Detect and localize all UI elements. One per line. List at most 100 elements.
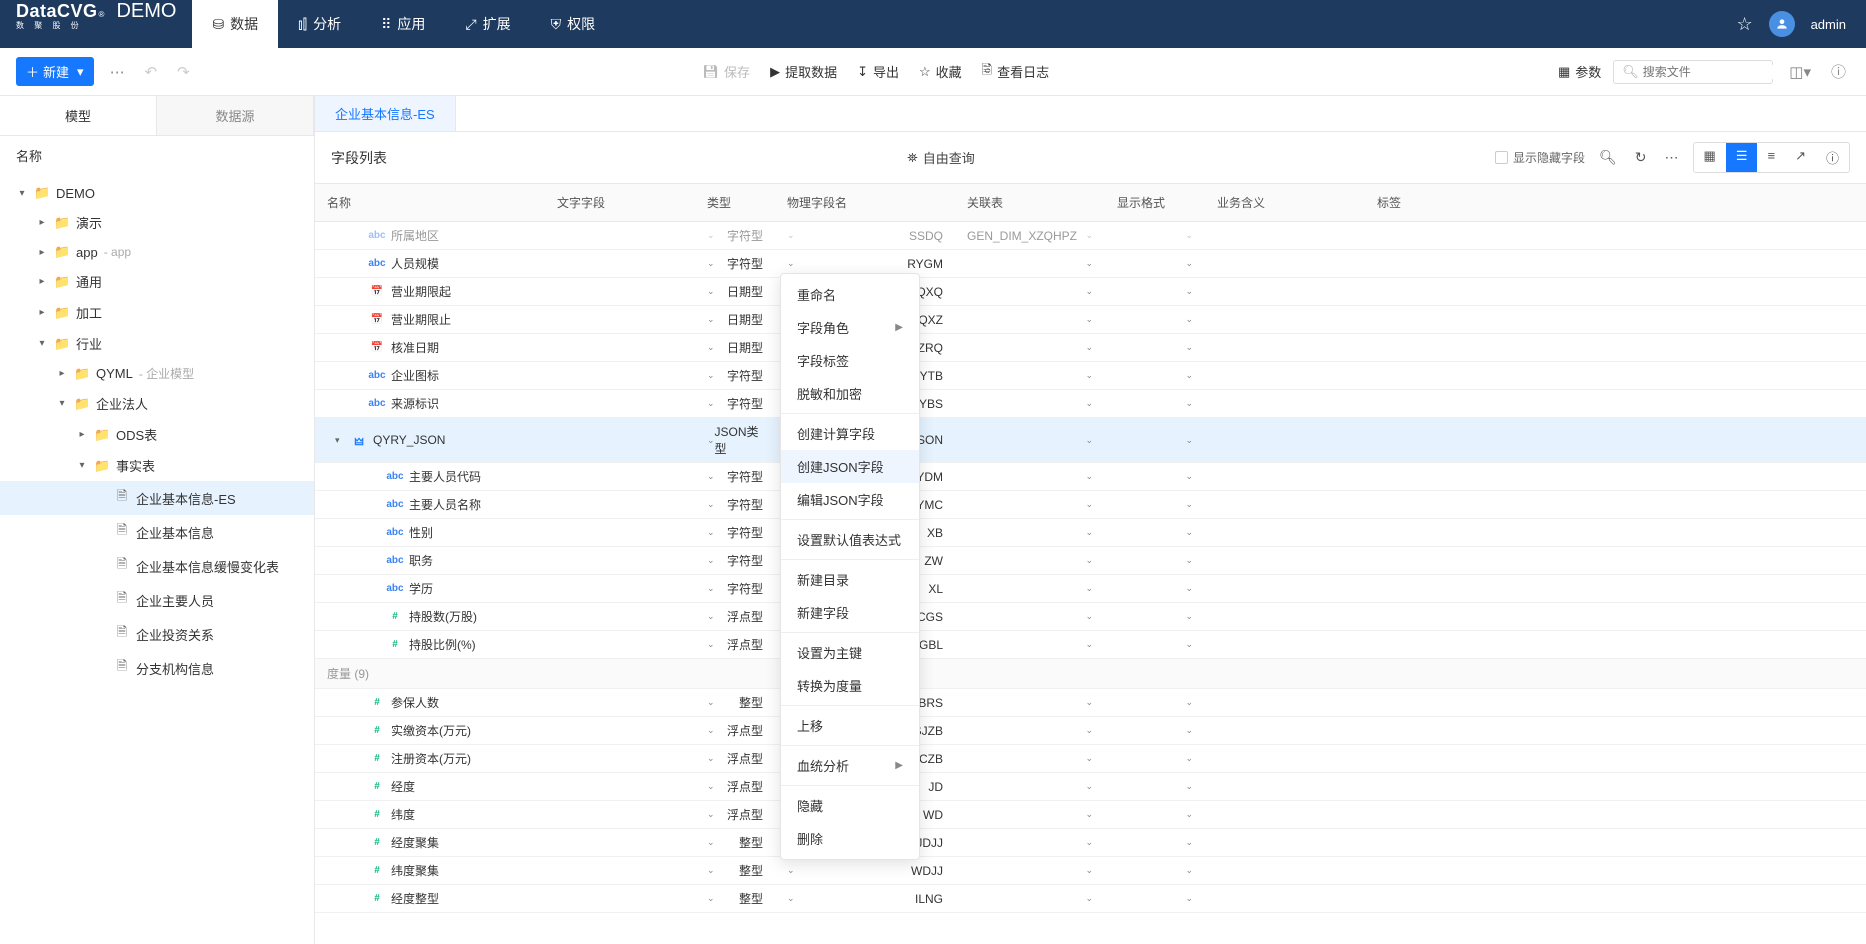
context-menu-item[interactable]: 转换为度量 <box>781 669 919 702</box>
tree-folder[interactable]: ▾📁行业 <box>0 328 314 359</box>
redo-icon[interactable]: ↷ <box>173 59 194 85</box>
show-hidden-checkbox[interactable]: 显示隐藏字段 <box>1495 149 1585 166</box>
chevron-down-icon[interactable]: ⌄ <box>707 398 715 409</box>
row-chevron-icon[interactable]: ▾ <box>335 435 345 446</box>
table-row[interactable]: abc学历 ⌄字符型 ⌄XL ⌄ ⌄ <box>315 575 1866 603</box>
chevron-down-icon[interactable]: ⌄ <box>1085 435 1093 446</box>
nav-chart[interactable]: ⫾⫿分析 <box>278 0 361 48</box>
avatar[interactable] <box>1769 11 1795 37</box>
more-icon[interactable]: ⋯ <box>106 59 129 85</box>
chevron-down-icon[interactable]: ⌄ <box>1185 781 1193 792</box>
chevron-down-icon[interactable]: ⌄ <box>707 781 715 792</box>
chevron-down-icon[interactable]: ⌄ <box>1185 471 1193 482</box>
chevron-down-icon[interactable]: ⌄ <box>1085 499 1093 510</box>
chevron-down-icon[interactable]: ⌄ <box>1185 435 1193 446</box>
context-menu-item[interactable]: 上移 <box>781 709 919 742</box>
nav-shield[interactable]: ⛨权限 <box>531 0 616 48</box>
table-row[interactable]: #纬度聚集 ⌄整型 ⌄WDJJ ⌄ ⌄ <box>315 857 1866 885</box>
context-menu-item[interactable]: 新建字段 <box>781 596 919 629</box>
column-header[interactable]: 标签 <box>1365 184 1866 222</box>
table-row[interactable]: #参保人数 ⌄整型 ⌄CBRS ⌄ ⌄ <box>315 689 1866 717</box>
context-menu-item[interactable]: 重命名 <box>781 278 919 311</box>
context-menu-item[interactable]: 编辑JSON字段 <box>781 483 919 516</box>
table-row[interactable]: #纬度 ⌄浮点型 ⌄WD ⌄ ⌄ <box>315 801 1866 829</box>
table-row[interactable]: #经度聚集 ⌄整型 ⌄JDJJ ⌄ ⌄ <box>315 829 1866 857</box>
username[interactable]: admin <box>1811 17 1846 32</box>
chevron-down-icon[interactable]: ⌄ <box>787 865 795 876</box>
layout-icon[interactable]: ◫▾ <box>1785 59 1815 85</box>
tree-file[interactable]: 🗎企业主要人员 <box>0 583 314 617</box>
toolbar-export-button[interactable]: ↧导出 <box>857 61 899 83</box>
toolbar-play-button[interactable]: ▶提取数据 <box>770 61 837 83</box>
tree-folder[interactable]: ▸📁QYML - 企业模型 <box>0 359 314 388</box>
tree-folder[interactable]: ▾📁事实表 <box>0 450 314 481</box>
column-header[interactable]: 关联表 <box>955 184 1105 222</box>
chevron-down-icon[interactable]: ⌄ <box>1185 697 1193 708</box>
chevron-down-icon[interactable]: ⌄ <box>707 527 715 538</box>
table-row[interactable]: 📅营业期限起 ⌄日期型 ⌄YYQXQ ⌄ ⌄ <box>315 278 1866 306</box>
search-input[interactable] <box>1643 65 1798 79</box>
chevron-down-icon[interactable]: ⌄ <box>1085 286 1093 297</box>
chevron-down-icon[interactable]: ⌄ <box>1085 527 1093 538</box>
chevron-down-icon[interactable]: ⌄ <box>707 809 715 820</box>
favorite-icon[interactable]: ☆ <box>1736 14 1752 35</box>
chevron-down-icon[interactable]: ⌄ <box>707 639 715 650</box>
chevron-down-icon[interactable]: ⌄ <box>1085 342 1093 353</box>
chevron-down-icon[interactable]: ⌄ <box>787 893 795 904</box>
chevron-down-icon[interactable]: ⌄ <box>1185 725 1193 736</box>
view-lines-icon[interactable]: ≡ <box>1757 143 1785 172</box>
tree-folder[interactable]: ▸📁app - app <box>0 238 314 266</box>
tree-file[interactable]: 🗎企业基本信息 <box>0 515 314 549</box>
table-row[interactable]: abc职务 ⌄字符型 ⌄ZW ⌄ ⌄ <box>315 547 1866 575</box>
chevron-down-icon[interactable]: ⌄ <box>1085 471 1093 482</box>
table-row[interactable]: abc来源标识 ⌄字符型 ⌄LYBS ⌄ ⌄ <box>315 390 1866 418</box>
table-row[interactable]: abc企业图标 ⌄字符型 ⌄QYTB ⌄ ⌄ <box>315 362 1866 390</box>
toolbar-star-button[interactable]: ☆收藏 <box>919 61 962 83</box>
table-row[interactable]: #经度 ⌄浮点型 ⌄JD ⌄ ⌄ <box>315 773 1866 801</box>
context-menu-item[interactable]: 血统分析▶ <box>781 749 919 782</box>
chevron-down-icon[interactable]: ⌄ <box>1085 809 1093 820</box>
chevron-down-icon[interactable]: ⌄ <box>1085 398 1093 409</box>
context-menu-item[interactable]: 脱敏和加密 <box>781 377 919 410</box>
chevron-down-icon[interactable]: ⌄ <box>1085 893 1093 904</box>
context-menu-item[interactable]: 创建JSON字段 <box>781 450 919 483</box>
toolbar-log-button[interactable]: 🗟查看日志 <box>982 61 1049 83</box>
table-row[interactable]: #经度整型 ⌄整型 ⌄ILNG ⌄ ⌄ <box>315 885 1866 913</box>
chevron-down-icon[interactable]: ⌄ <box>1185 837 1193 848</box>
chevron-down-icon[interactable]: ⌄ <box>707 865 715 876</box>
column-header[interactable]: 显示格式 <box>1105 184 1205 222</box>
reload-icon[interactable]: ↻ <box>1631 145 1651 170</box>
chevron-down-icon[interactable]: ⌄ <box>1185 230 1193 241</box>
new-button[interactable]: ＋新建▾ <box>16 57 94 86</box>
tree-file[interactable]: 🗎企业投资关系 <box>0 617 314 651</box>
chevron-down-icon[interactable]: ⌄ <box>1185 499 1193 510</box>
chevron-down-icon[interactable]: ⌄ <box>707 697 715 708</box>
tree-folder[interactable]: ▸📁演示 <box>0 207 314 238</box>
chevron-down-icon[interactable]: ⌄ <box>1185 370 1193 381</box>
tree-file[interactable]: 🗎企业基本信息缓慢变化表 <box>0 549 314 583</box>
chevron-down-icon[interactable]: ⌄ <box>787 230 795 241</box>
free-query-button[interactable]: ⛯自由查询 <box>907 148 974 167</box>
chevron-down-icon[interactable]: ⌄ <box>1085 639 1093 650</box>
chevron-down-icon[interactable]: ⌄ <box>1085 230 1093 241</box>
chevron-down-icon[interactable]: ⌄ <box>1185 342 1193 353</box>
chevron-down-icon[interactable]: ⌄ <box>707 611 715 622</box>
chevron-down-icon[interactable]: ⌄ <box>1085 611 1093 622</box>
search-box[interactable]: 🔍︎ <box>1613 60 1773 84</box>
undo-icon[interactable]: ↶ <box>141 59 162 85</box>
table-row[interactable]: abc所属地区 ⌄字符型 ⌄SSDQ GEN_DIM_XZQHPZ⌄ ⌄ <box>315 222 1866 250</box>
chevron-down-icon[interactable]: ⌄ <box>707 471 715 482</box>
chevron-down-icon[interactable]: ⌄ <box>1185 865 1193 876</box>
chevron-down-icon[interactable]: ⌄ <box>1085 555 1093 566</box>
chevron-down-icon[interactable]: ⌄ <box>1185 555 1193 566</box>
chevron-down-icon[interactable]: ⌄ <box>1085 314 1093 325</box>
tree-folder[interactable]: ▸📁加工 <box>0 297 314 328</box>
chevron-down-icon[interactable]: ⌄ <box>707 286 715 297</box>
view-trend-icon[interactable]: ↗ <box>1785 143 1816 172</box>
chevron-down-icon[interactable]: ⌄ <box>1185 809 1193 820</box>
column-header[interactable]: 类型 <box>695 184 775 222</box>
column-header[interactable]: 名称 <box>315 184 545 222</box>
context-menu-item[interactable]: 新建目录 <box>781 563 919 596</box>
chevron-down-icon[interactable]: ⌄ <box>1185 611 1193 622</box>
table-row[interactable]: #持股数(万股) ⌄浮点型 ⌄CGS ⌄ ⌄ <box>315 603 1866 631</box>
